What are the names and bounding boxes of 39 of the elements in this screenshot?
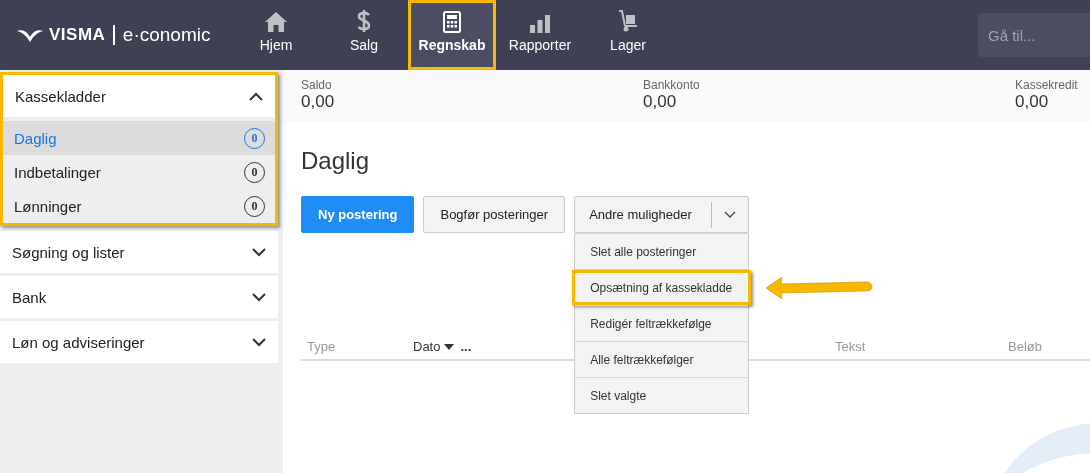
post-entries-button[interactable]: Bogfør posteringer — [423, 196, 566, 233]
column-header[interactable]: Dato — [413, 339, 441, 354]
nav-tab[interactable]: Hjem — [232, 0, 320, 70]
sidebar-item[interactable]: Indbetalinger 0 — [3, 155, 275, 189]
menu-item[interactable]: Slet valgte — [575, 378, 749, 413]
search-field[interactable]: Gå til... — [978, 13, 1090, 57]
stat-label: Kassekredit — [1015, 78, 1078, 92]
nav-tab[interactable]: Rapporter — [496, 0, 584, 70]
menu-item[interactable]: Opsætning af kassekladde — [572, 270, 752, 305]
menu-item[interactable]: Redigér feltrækkefølge — [575, 306, 749, 341]
logo-product: e·conomic — [122, 24, 211, 46]
chevron-down-icon — [252, 292, 266, 302]
house-icon — [264, 11, 288, 33]
logo-brand: VISMA — [49, 25, 106, 45]
hand-truck-icon — [617, 9, 639, 33]
swoosh-logo-icon — [17, 28, 43, 42]
nav-tab[interactable]: Salg — [320, 0, 408, 70]
chevron-down-icon — [252, 337, 266, 347]
section-header[interactable]: Kassekladder — [3, 75, 275, 117]
chevron-down-icon — [724, 211, 737, 218]
options-dropdown[interactable]: Andre muligheder — [574, 196, 750, 233]
stat-value: 0,00 — [643, 92, 677, 112]
sidebar-item[interactable]: Lønninger 0 — [3, 189, 275, 223]
nav-tab[interactable]: Regnskab — [408, 0, 496, 70]
sort-down-icon — [444, 343, 455, 350]
stat-value: 0,00 — [1015, 92, 1049, 112]
stat-label: Bankkonto — [643, 78, 700, 92]
chevron-down-icon — [252, 247, 266, 257]
stat-label: Saldo — [301, 78, 332, 92]
column-more[interactable]: ... — [460, 339, 472, 354]
page-title: Daglig — [301, 146, 371, 176]
stat-value: 0,00 — [301, 92, 335, 112]
chevron-up-icon — [249, 91, 263, 101]
menu-item[interactable]: Slet alle posteringer — [575, 234, 749, 269]
calculator-icon — [443, 11, 461, 33]
menu-item[interactable]: Alle feltrækkefølger — [575, 342, 749, 377]
dollar-icon — [356, 9, 372, 33]
nav-tab[interactable]: Lager — [584, 0, 672, 70]
bar-chart-icon — [529, 15, 551, 33]
